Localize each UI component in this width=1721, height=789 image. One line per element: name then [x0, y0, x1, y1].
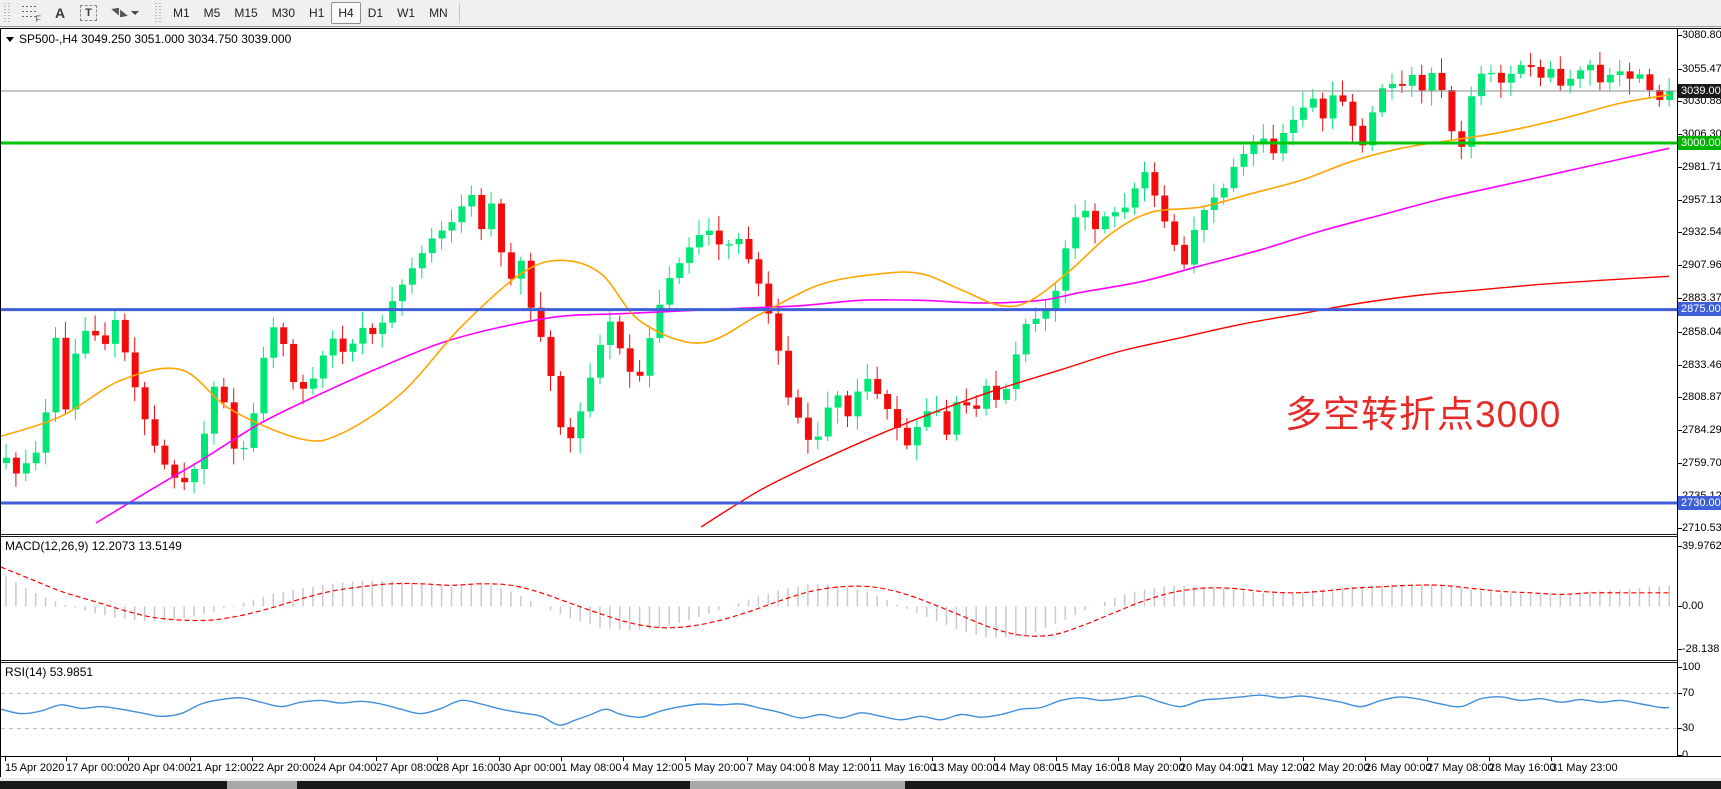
fibonacci-icon: F	[22, 5, 40, 21]
chart-title: SP500-,H4 3049.250 3051.000 3034.750 303…	[19, 32, 291, 46]
timeframe-button-w1[interactable]: W1	[390, 2, 422, 24]
price-tick-label: 2784.290	[1682, 424, 1721, 436]
time-axis[interactable]: 15 Apr 202017 Apr 00:0020 Apr 04:0021 Ap…	[1, 756, 1721, 778]
time-tick-label: 26 May 00:00	[1365, 762, 1432, 774]
time-tick-label: 21 Apr 12:00	[190, 762, 252, 774]
text-label-tool-button[interactable]: T	[73, 2, 104, 24]
time-tick-label: 15 May 16:00	[1056, 762, 1123, 774]
chevron-down-icon	[131, 11, 139, 15]
time-tick-label: 27 May 08:00	[1427, 762, 1494, 774]
time-tick-label: 17 Apr 00:00	[66, 762, 128, 774]
symbol-dropdown-icon[interactable]	[6, 37, 14, 42]
time-tick-label: 5 May 20:00	[685, 762, 746, 774]
font-tool-button[interactable]: A	[47, 2, 73, 24]
price-highlight-label: 2730.000	[1678, 496, 1721, 510]
rsi-label: RSI(14) 53.9851	[5, 665, 93, 679]
price-axis[interactable]: 3080.8003055.4703030.8853006.3002981.715…	[1677, 29, 1721, 756]
macd-pane[interactable]: MACD(12,26,9) 12.2073 13.5149	[1, 537, 1677, 660]
price-tick-label: 3055.470	[1682, 63, 1721, 75]
rsi-axis-label: 30	[1682, 722, 1694, 734]
rsi-axis-label: 100	[1682, 661, 1700, 673]
timeframe-button-h4[interactable]: H4	[331, 2, 360, 24]
price-tick-label: 2710.535	[1682, 522, 1721, 534]
main-chart-pane[interactable]: SP500-,H4 3049.250 3051.000 3034.750 303…	[1, 29, 1677, 534]
rsi-axis-label: 70	[1682, 687, 1694, 699]
price-tick-label: 2808.875	[1682, 391, 1721, 403]
time-tick-label: 7 May 04:00	[747, 762, 808, 774]
toolbar-separator	[459, 3, 460, 23]
price-tick-label: 2981.715	[1682, 161, 1721, 173]
toolbar-grip[interactable]	[154, 3, 163, 23]
fibonacci-tool-button[interactable]: F	[15, 2, 47, 24]
time-tick-label: 20 Apr 04:00	[128, 762, 190, 774]
chart-title-bar: SP500-,H4 3049.250 3051.000 3034.750 303…	[6, 32, 291, 46]
time-tick-label: 21 May 12:00	[1242, 762, 1309, 774]
time-tick-label: 28 Apr 16:00	[437, 762, 499, 774]
time-tick-label: 22 Apr 20:00	[252, 762, 314, 774]
price-highlight-label: 2875.000	[1678, 302, 1721, 316]
time-tick-label: 24 Apr 04:00	[314, 762, 376, 774]
scrollbar-gap	[690, 781, 905, 789]
arrows-tool-button[interactable]	[104, 2, 146, 24]
time-tick-label: 30 Apr 00:00	[499, 762, 561, 774]
macd-axis-label: 39.9762	[1682, 540, 1721, 552]
toolbar-grip[interactable]	[3, 3, 12, 23]
time-tick-label: 18 May 20:00	[1118, 762, 1185, 774]
price-tick-label: 2957.130	[1682, 194, 1721, 206]
rsi-pane[interactable]: RSI(14) 53.9851	[1, 663, 1677, 756]
timeframe-button-mn[interactable]: MN	[422, 2, 455, 24]
price-tick-label: 2907.960	[1682, 259, 1721, 271]
timeframe-button-d1[interactable]: D1	[361, 2, 390, 24]
macd-axis-label: -28.138	[1682, 643, 1719, 655]
timeframe-button-h1[interactable]: H1	[302, 2, 331, 24]
time-tick-label: 20 May 04:00	[1180, 762, 1247, 774]
macd-axis-label: 0.00	[1682, 600, 1703, 612]
time-tick-label: 1 May 08:00	[561, 762, 622, 774]
timeframe-button-m5[interactable]: M5	[197, 2, 228, 24]
price-tick-label: 2833.460	[1682, 359, 1721, 371]
price-highlight-label: 3039.000	[1678, 84, 1721, 98]
time-tick-label: 31 May 23:00	[1551, 762, 1618, 774]
arrows-icon	[111, 6, 127, 20]
top-toolbar: F A T M1M5M15M30H1H4D1W1MN	[0, 0, 1721, 27]
price-tick-label: 2759.705	[1682, 457, 1721, 469]
price-tick-label: 2858.045	[1682, 326, 1721, 338]
chart-annotation-text: 多空转折点3000	[1285, 384, 1561, 438]
macd-label: MACD(12,26,9) 12.2073 13.5149	[5, 539, 182, 553]
time-tick-label: 27 Apr 08:00	[376, 762, 438, 774]
time-tick-label: 14 May 08:00	[994, 762, 1061, 774]
time-tick-label: 22 May 20:00	[1303, 762, 1370, 774]
font-a-icon: A	[55, 5, 65, 21]
bottom-scrollbar[interactable]	[0, 781, 1721, 789]
time-tick-label: 28 May 16:00	[1489, 762, 1556, 774]
price-tick-label: 3080.800	[1682, 29, 1721, 41]
scrollbar-gap	[227, 781, 297, 789]
timeframe-button-m30[interactable]: M30	[265, 2, 302, 24]
time-tick-label: 13 May 00:00	[932, 762, 999, 774]
time-tick-label: 11 May 16:00	[870, 762, 936, 774]
timeframe-button-m1[interactable]: M1	[166, 2, 197, 24]
price-highlight-label: 3000.000	[1678, 136, 1721, 150]
time-tick-label: 15 Apr 2020	[5, 762, 64, 774]
price-tick-label: 2932.545	[1682, 226, 1721, 238]
time-tick-label: 8 May 12:00	[809, 762, 870, 774]
time-tick-label: 4 May 12:00	[623, 762, 684, 774]
timeframe-button-m15[interactable]: M15	[227, 2, 264, 24]
chart-window: SP500-,H4 3049.250 3051.000 3034.750 303…	[0, 28, 1721, 777]
text-label-icon: T	[80, 5, 97, 21]
